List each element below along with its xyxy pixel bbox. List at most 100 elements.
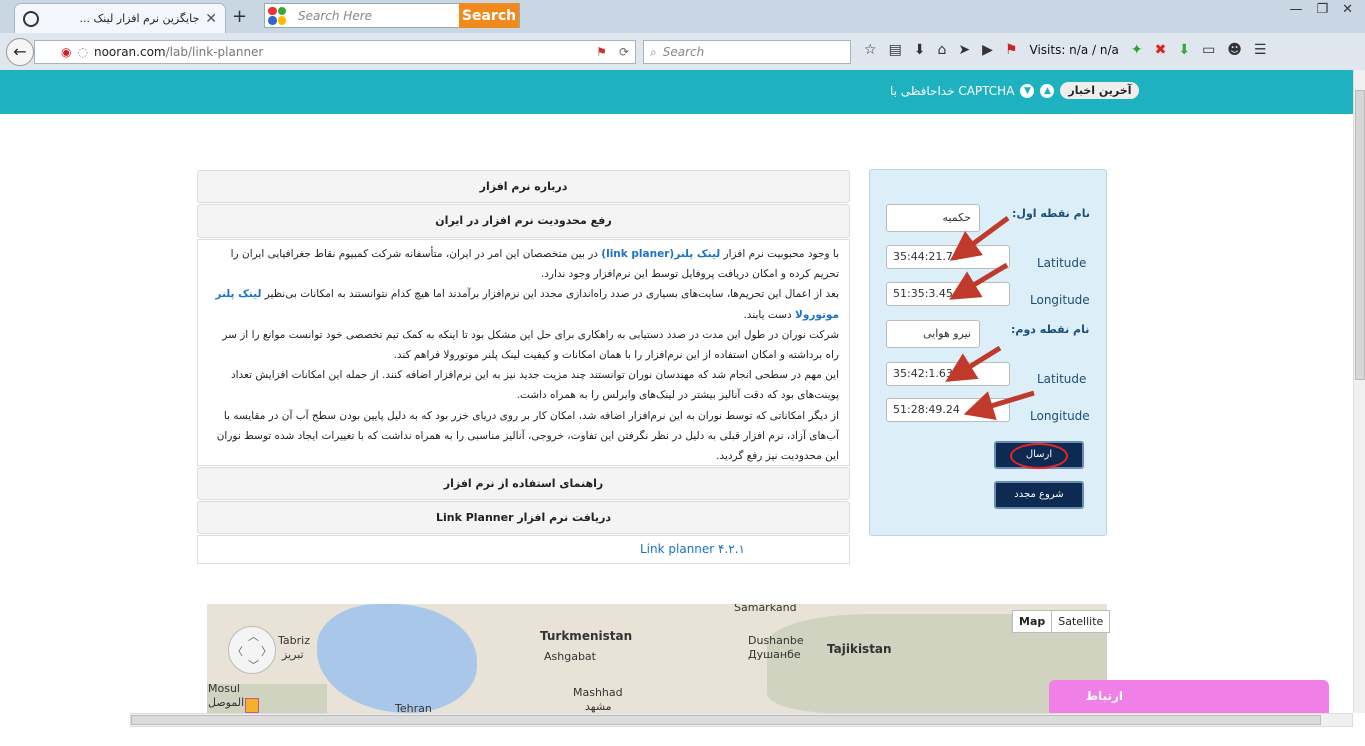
site-icon: ◉: [61, 45, 72, 59]
download-link[interactable]: Link planner ۴.۲.۱: [640, 542, 745, 556]
window-controls: — ❐ ✕: [1289, 2, 1353, 17]
map-label: تبریز: [282, 648, 304, 661]
accordion-guide[interactable]: راهنمای استفاده از نرم افزار: [197, 467, 850, 500]
search-icon: ⌕: [650, 44, 657, 59]
online-chat-tab[interactable]: ارتباط آنلاین: [1049, 680, 1329, 736]
content-text: این مهم در سطحی انجام شد که مهندسان نورا…: [230, 369, 839, 402]
restriction-content: با وجود محبوبیت نرم افزار لینک پلنر(link…: [197, 239, 850, 466]
flag-toolbar-icon[interactable]: ⚑: [1005, 42, 1018, 58]
news-down-icon[interactable]: ▼: [1020, 83, 1035, 98]
flag-icon[interactable]: ⚑: [596, 45, 607, 59]
browser-chrome: جایگزین نرم افزار لینک ... ✕ + Search He…: [0, 0, 1365, 70]
map-pan-control[interactable]: ︿ ﹀ 〈 〉: [228, 626, 276, 674]
addon-icon[interactable]: ✦: [1131, 42, 1143, 58]
download-icon[interactable]: ⬇: [914, 42, 926, 58]
close-tab-icon[interactable]: ✕: [205, 11, 217, 27]
toolbar-search-button[interactable]: Search: [459, 3, 519, 28]
accordion-restriction[interactable]: رفع محدودیت نرم افزار در ایران: [197, 204, 850, 238]
caspian-sea: [317, 604, 477, 713]
map-label: مشهد: [585, 700, 612, 713]
reload-icon[interactable]: ⟳: [619, 45, 629, 59]
horizontal-scrollbar[interactable]: [130, 713, 1353, 727]
menu-icon[interactable]: ☰: [1254, 42, 1267, 58]
point1-name-input[interactable]: حکمیه: [886, 204, 980, 232]
news-ticker: خداحافظی با CAPTCHA ▼ ▲ آخرین اخبار: [890, 82, 1140, 99]
close-window-icon[interactable]: ✕: [1342, 2, 1353, 17]
site-header-bar: [0, 70, 1353, 114]
vertical-scroll-thumb[interactable]: [1355, 90, 1365, 380]
lon1-label: Longitude: [1030, 293, 1090, 307]
map-button[interactable]: Map: [1013, 611, 1053, 632]
reading-list-icon[interactable]: ▤: [889, 42, 902, 58]
lon1-input[interactable]: 51:35:3.45: [886, 282, 1010, 306]
point1-label: نام نقطه اول:: [1012, 207, 1090, 220]
link-planner-link[interactable]: لینک پلنر(link planer): [601, 248, 720, 260]
site-favicon-icon: [23, 10, 39, 27]
toolbar-icons: ☆ ▤ ⬇ ⌂ ➤ ▶ ⚑ Visits: n/a / n/a ✦ ✖ ⬇ ▭ …: [864, 42, 1266, 58]
map-label: الموصل: [208, 696, 245, 709]
new-tab-icon[interactable]: +: [232, 6, 247, 27]
accordion-download[interactable]: دریافت نرم افزار Link Planner: [197, 501, 850, 534]
nav-search-input[interactable]: Search: [663, 45, 705, 59]
tab-bar: جایگزین نرم افزار لینک ... ✕ + Search He…: [0, 0, 1365, 33]
toolbar-search: Search Here Search: [264, 3, 520, 28]
map-label: Mashhad: [573, 686, 623, 699]
news-label: آخرین اخبار: [1060, 82, 1140, 99]
youtube-icon[interactable]: ▶: [982, 42, 993, 58]
download-panel: Link planner ۴.۲.۱: [197, 535, 850, 564]
satellite-button[interactable]: Satellite: [1052, 611, 1109, 632]
pan-left-icon[interactable]: 〈: [232, 643, 243, 659]
content-text: با وجود محبوبیت نرم افزار: [720, 248, 839, 260]
map-label: Душанбе: [748, 648, 801, 661]
pan-up-icon[interactable]: ︿: [248, 628, 259, 644]
restore-icon[interactable]: ❐: [1316, 2, 1328, 17]
map-view[interactable]: Tabriz تبریز Turkmenistan Ashgabat Mashh…: [207, 604, 1107, 713]
lon2-label: Longitude: [1030, 409, 1090, 423]
toolbar-search-input[interactable]: Search Here: [286, 9, 459, 23]
lat2-label: Latitude: [1037, 372, 1087, 386]
news-up-icon[interactable]: ▲: [1040, 83, 1055, 98]
point2-name-input[interactable]: نیرو هوایی: [886, 320, 980, 348]
accordion-about[interactable]: درباره نرم افزار: [197, 170, 850, 203]
map-label: Dushanbe: [748, 634, 804, 647]
reset-button[interactable]: شروع مجدد: [994, 481, 1084, 509]
visits-counter: Visits: n/a / n/a: [1029, 43, 1119, 57]
news-headline[interactable]: خداحافظی با CAPTCHA: [890, 84, 1014, 98]
pan-down-icon[interactable]: ﹀: [248, 657, 259, 673]
street-view-pegman-icon[interactable]: [245, 698, 259, 713]
point2-label: نام نقطه دوم:: [1011, 323, 1090, 336]
block-icon[interactable]: ✖: [1155, 42, 1167, 58]
pan-right-icon[interactable]: 〉: [261, 643, 272, 659]
search-engine-icon[interactable]: [268, 6, 286, 25]
highlight-oval: [1010, 443, 1068, 469]
green-download-icon[interactable]: ⬇: [1178, 42, 1190, 58]
horizontal-scroll-thumb[interactable]: [131, 715, 1321, 725]
browser-tab[interactable]: جایگزین نرم افزار لینک ... ✕: [14, 3, 226, 33]
map-label: Tehran: [395, 702, 432, 713]
smiley-icon[interactable]: ☻: [1227, 42, 1242, 58]
map-label: Tabriz: [278, 634, 310, 647]
map-label: Ashgabat: [544, 650, 596, 663]
send-icon[interactable]: ➤: [958, 42, 970, 58]
url-host: nooran.com: [93, 45, 166, 59]
lat2-input[interactable]: 35:42:1.63: [886, 362, 1010, 386]
lon2-input[interactable]: 51:28:49.24: [886, 398, 1010, 422]
bookmark-star-icon[interactable]: ☆: [864, 42, 877, 58]
minimize-icon[interactable]: —: [1289, 2, 1302, 17]
content-text: از دیگر امکاناتی که توسط نوران به این نر…: [216, 409, 839, 463]
map-type-control: Map Satellite: [1012, 610, 1111, 633]
map-label: Tajikistan: [827, 642, 892, 656]
nav-search[interactable]: ⌕ Search: [643, 40, 851, 64]
vertical-scrollbar[interactable]: [1353, 70, 1365, 713]
content-text: شرکت نوران در طول این مدت در صدد دستیابی…: [222, 328, 839, 362]
map-label: Mosul: [208, 682, 240, 695]
lat1-input[interactable]: 35:44:21.79: [886, 245, 1010, 269]
window-icon[interactable]: ▭: [1202, 42, 1215, 58]
address-bar[interactable]: ◉ ◌ nooran.com/lab/link-planner ⚑ ⟳: [34, 40, 636, 64]
home-icon[interactable]: ⌂: [938, 42, 947, 58]
tab-title: جایگزین نرم افزار لینک ...: [79, 12, 200, 25]
map-label: Samarkand: [734, 604, 797, 614]
content-text: بعد از اعمال این تحریم‌ها، سایت‌های بسیا…: [261, 288, 839, 301]
back-button[interactable]: ←: [6, 38, 34, 66]
navigation-bar: ← ◉ ◌ nooran.com/lab/link-planner ⚑ ⟳ ⌕ …: [0, 36, 1365, 68]
